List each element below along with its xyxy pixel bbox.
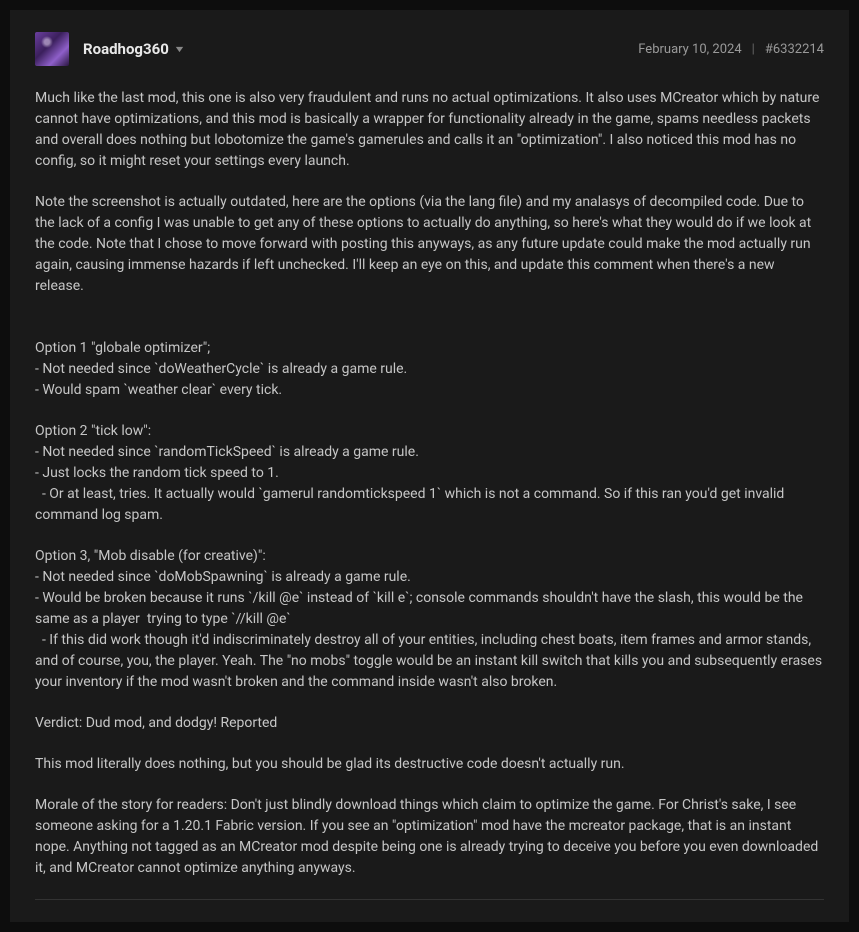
paragraph: This mod literally does nothing, but you… (35, 754, 824, 775)
spacer (35, 317, 824, 338)
option-detail: - Not needed since `doMobSpawning` is al… (35, 567, 824, 588)
option-block-3: Option 3, "Mob disable (for creative)": … (35, 546, 824, 693)
post-header-right: February 10, 2024 | #6332214 (638, 42, 824, 57)
option-detail: - If this did work though it'd indiscrim… (35, 630, 824, 693)
post-permalink[interactable]: #6332214 (765, 42, 824, 57)
option-detail: - Would be broken because it runs `/kill… (35, 588, 824, 630)
avatar[interactable] (35, 32, 69, 66)
option-detail: - Or at least, tries. It actually would … (35, 484, 824, 526)
username-dropdown[interactable]: Roadhog360 ▼ (83, 40, 184, 58)
post-body: Much like the last mod, this one is also… (35, 88, 824, 900)
post-header-left: Roadhog360 ▼ (35, 32, 184, 66)
verdict: Verdict: Dud mod, and dodgy! Reported (35, 713, 824, 734)
chevron-down-icon: ▼ (173, 44, 185, 55)
paragraph: Note the screenshot is actually outdated… (35, 192, 824, 297)
post-header: Roadhog360 ▼ February 10, 2024 | #633221… (35, 32, 824, 66)
meta-divider: | (752, 42, 755, 57)
divider (35, 899, 824, 900)
option-block-1: Option 1 "globale optimizer"; - Not need… (35, 338, 824, 401)
post-date: February 10, 2024 (638, 42, 741, 57)
option-detail: - Just locks the random tick speed to 1. (35, 463, 824, 484)
option-detail: - Not needed since `randomTickSpeed` is … (35, 442, 824, 463)
paragraph: Morale of the story for readers: Don't j… (35, 795, 824, 879)
username-text: Roadhog360 (83, 40, 169, 58)
option-detail: - Would spam `weather clear` every tick. (35, 380, 824, 401)
option-block-2: Option 2 "tick low": - Not needed since … (35, 421, 824, 526)
paragraph: Much like the last mod, this one is also… (35, 88, 824, 172)
option-title: Option 1 "globale optimizer"; (35, 338, 824, 359)
option-title: Option 3, "Mob disable (for creative)": (35, 546, 824, 567)
option-detail: - Not needed since `doWeatherCycle` is a… (35, 359, 824, 380)
option-title: Option 2 "tick low": (35, 421, 824, 442)
forum-post: Roadhog360 ▼ February 10, 2024 | #633221… (10, 10, 849, 922)
